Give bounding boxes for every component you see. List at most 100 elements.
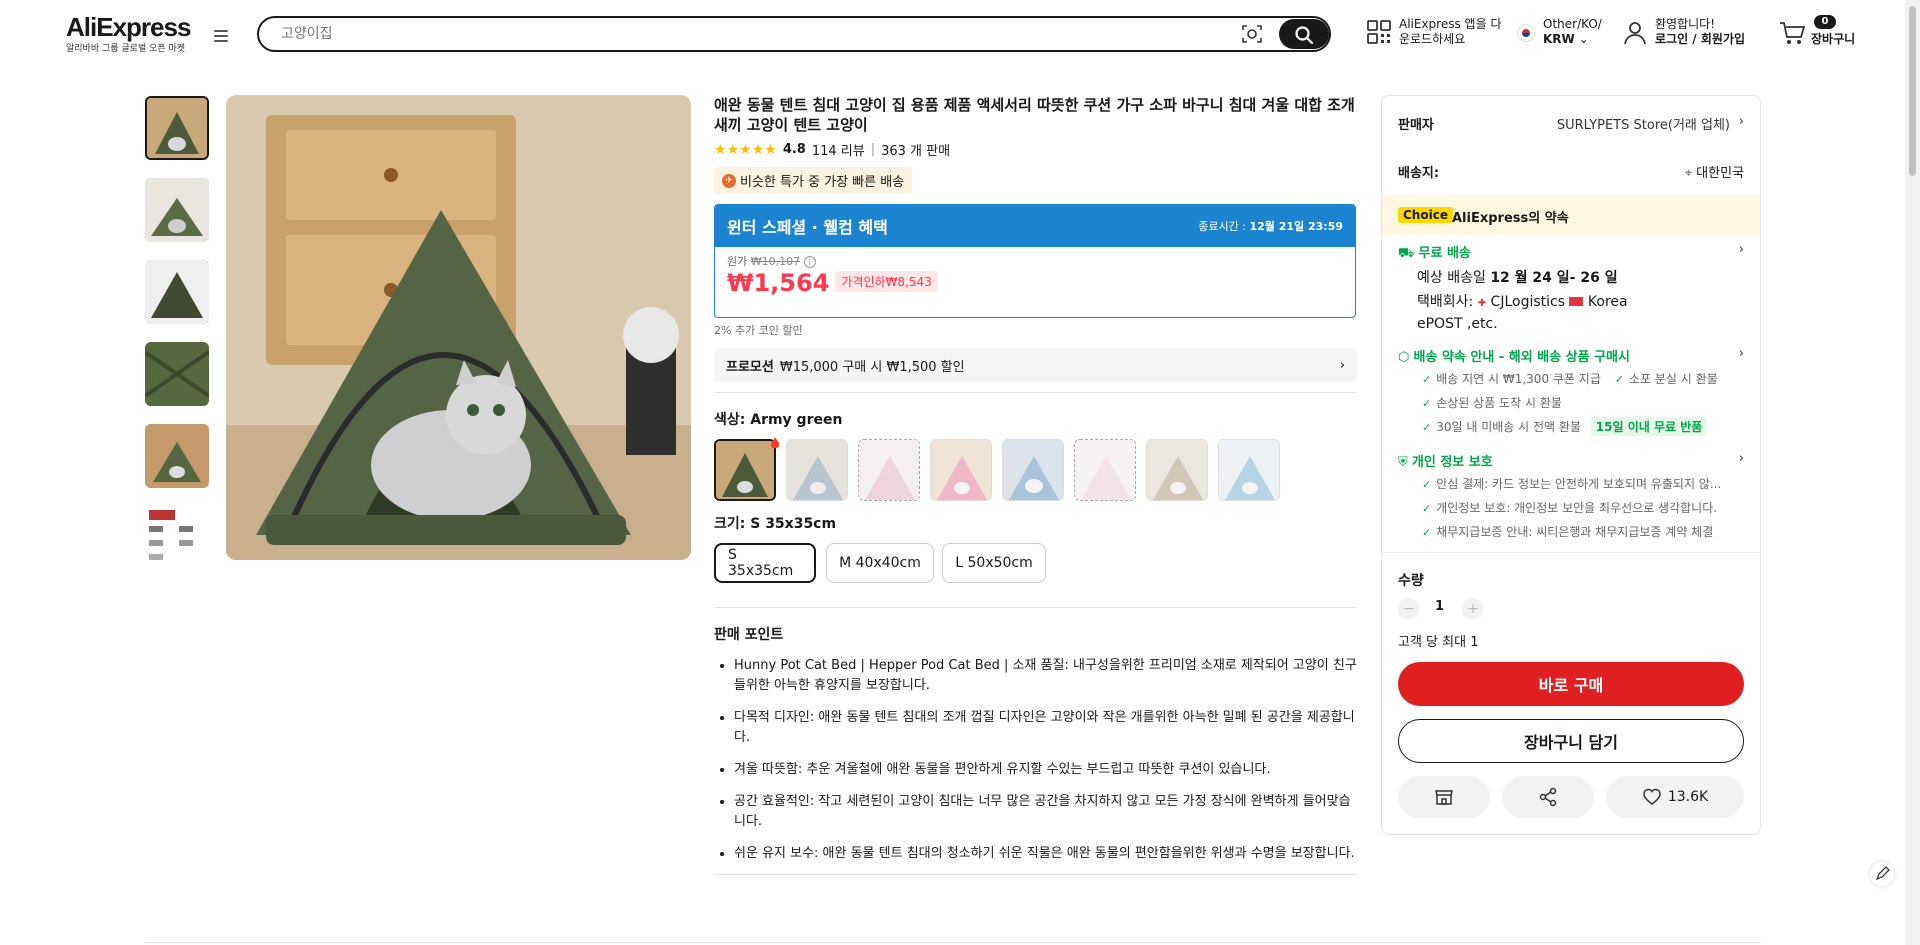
box-icon: ⬡: [1398, 350, 1410, 365]
swatch-beige[interactable]: [1146, 439, 1208, 501]
product-thumbnail-4[interactable]: [145, 342, 209, 406]
size-option-s[interactable]: S 35x35cm: [714, 543, 816, 583]
chevron-right-icon: ›: [1738, 114, 1744, 129]
privacy-line-2: ✓ 개인정보 보호: 개인정보 보안을 최우선으로 생각합니다.: [1422, 501, 1718, 515]
cart-label[interactable]: 장바구니: [1811, 32, 1855, 47]
choice-text: AliExpress의 약속: [1452, 211, 1569, 226]
ship-to-value[interactable]: ⌖ 대한민국: [1685, 162, 1744, 181]
quantity-increase-button[interactable]: +: [1462, 598, 1484, 620]
delivery-guarantee-row[interactable]: ⬡ 배송 약속 안내 - 해외 배송 상품 구매시 ›: [1398, 346, 1744, 365]
quantity-value[interactable]: 1: [1435, 599, 1455, 614]
discount-badge: 가격인하₩8,543: [835, 271, 938, 292]
size-options: S 35x35cm M 40x40cm L 50x50cm: [714, 543, 1357, 583]
seller-name[interactable]: SURLYPETS Store(거래 업체): [1557, 114, 1730, 133]
free-return-badge: 15일 이내 무료 반품: [1590, 417, 1708, 436]
chevron-down-icon: ⌄: [1578, 32, 1589, 46]
qr-code-icon[interactable]: [1366, 19, 1392, 45]
free-shipping-row[interactable]: ⛟ 무료 배송 ›: [1398, 242, 1744, 263]
free-shipping-title: 무료 배송: [1418, 246, 1471, 261]
swatch-light-blue[interactable]: [1002, 439, 1064, 501]
account-link[interactable]: 환영합니다! 로그인 / 회원가입: [1655, 17, 1745, 47]
swatch-pink-dashed[interactable]: [858, 439, 920, 501]
price-block: 원가 ₩10,107 i ₩1,564 가격인하₩8,543: [715, 247, 1355, 317]
store-icon: [1435, 790, 1453, 805]
welcome-text: 환영합니다!: [1655, 17, 1716, 31]
app-download-link[interactable]: AliExpress 앱을 다 운로드하세요: [1399, 17, 1501, 47]
color-label: 색상: Army green: [714, 412, 843, 428]
top-header: AliExpress 알리바바 그룹 글로벌 오픈 마켓 AliExpress …: [0, 0, 1905, 66]
selling-point: 다목적 디자인: 애완 동물 텐트 침대의 조개 껍질 디자인은 고양이와 작은…: [734, 708, 1357, 748]
app-download-line2: 운로드하세요: [1399, 32, 1466, 46]
guarantee-line-3: ✓ 30일 내 미배송 시 전액 환불 15일 이내 무료 반품: [1422, 417, 1744, 436]
size-option-l[interactable]: L 50x50cm: [942, 543, 1046, 583]
cj-logo-icon: ✚: [1477, 298, 1487, 309]
location-pin-icon: ⌖: [1684, 166, 1693, 181]
store-button[interactable]: [1398, 776, 1490, 818]
selling-points-title: 판매 포인트: [714, 627, 784, 643]
privacy-line-1: ✓ 안심 결제: 카드 정보는 안전하게 보호되며 유출되지 않...: [1422, 477, 1722, 491]
buy-now-button[interactable]: 바로 구매: [1398, 662, 1744, 706]
product-thumbnail-6[interactable]: [145, 506, 209, 570]
delivery-guarantee-title: 배송 약속 안내 - 해외 배송 상품 구매시: [1413, 350, 1630, 365]
menu-icon[interactable]: [210, 27, 232, 45]
add-to-cart-button[interactable]: 장바구니 담기: [1398, 719, 1744, 763]
swatch-grey[interactable]: [786, 439, 848, 501]
logo-text[interactable]: AliExpress: [66, 12, 191, 43]
privacy-row[interactable]: ⛨ 개인 정보 보호 ›: [1398, 451, 1744, 470]
vertical-scrollbar[interactable]: [1905, 0, 1920, 945]
page-divider: [145, 942, 1761, 943]
product-thumbnail-3[interactable]: [145, 260, 209, 324]
search-button[interactable]: [1279, 19, 1329, 49]
korea-post-icon: [1569, 297, 1584, 306]
review-count[interactable]: 114 리뷰: [812, 140, 865, 159]
size-label: 크기: S 35x35cm: [714, 516, 837, 532]
app-download-line1: AliExpress 앱을 다: [1399, 17, 1502, 31]
promo-header: 윈터 스페셜 · 웰컴 혜택 종료시간 : 12월 21일 23:59: [715, 205, 1355, 247]
carrier-row: 택배회사: ✚ CJLogistics Korea ePOST ,etc.: [1417, 294, 1628, 332]
size-option-m[interactable]: M 40x40cm: [826, 543, 934, 583]
heart-icon: [1643, 788, 1661, 805]
info-icon[interactable]: i: [803, 256, 816, 268]
quantity-decrease-button[interactable]: −: [1398, 598, 1420, 620]
color-swatches: [714, 437, 1357, 501]
shield-icon: ⛨: [1398, 455, 1408, 470]
divider: [1382, 552, 1760, 553]
selling-point: Hunny Pot Cat Bed | Hepper Pod Cat Bed |…: [734, 656, 1357, 696]
privacy-title: 개인 정보 보호: [1411, 455, 1493, 470]
coin-discount-note: 2% 추가 코인 할인: [714, 324, 803, 337]
product-thumbnail-5[interactable]: [145, 424, 209, 488]
separator: |: [870, 142, 876, 157]
promotion-row[interactable]: 프로모션 ₩15,000 구매 시 ₩1,500 할인 ›: [714, 348, 1357, 382]
search-icon: [1295, 26, 1314, 45]
selling-point: 겨울 따뜻함: 추운 겨울철에 애완 동물을 편안하게 유지할 수있는 부드럽고…: [734, 760, 1357, 780]
swatch-army-green[interactable]: [714, 439, 776, 501]
rating-row[interactable]: ★★★★★ 4.8 114 리뷰 | 363 개 판매: [714, 140, 1357, 160]
sold-count: 363 개 판매: [881, 144, 951, 159]
swatch-sky-blue[interactable]: [1218, 439, 1280, 501]
wishlist-button[interactable]: 13.6K: [1606, 776, 1744, 818]
product-thumbnail-1[interactable]: [145, 96, 209, 160]
share-button[interactable]: [1502, 776, 1594, 818]
rating-value: 4.8: [782, 142, 806, 157]
chevron-right-icon: ›: [1738, 346, 1744, 361]
divider: [714, 874, 1357, 875]
feedback-edit-icon[interactable]: [1870, 862, 1894, 886]
user-icon[interactable]: [1622, 20, 1648, 46]
seller-row[interactable]: 판매자 SURLYPETS Store(거래 업체) ›: [1398, 114, 1744, 133]
ship-to-row[interactable]: 배송지: ⌖ 대한민국: [1398, 162, 1744, 181]
locale-selector[interactable]: Other/KO/ KRW ⌄: [1543, 17, 1602, 47]
product-thumbnail-2[interactable]: [145, 178, 209, 242]
cart-icon[interactable]: [1778, 20, 1806, 46]
ship-to-label: 배송지:: [1398, 166, 1440, 181]
search-input[interactable]: [281, 24, 1181, 44]
chevron-right-icon: ›: [1738, 451, 1744, 466]
image-search-icon[interactable]: [1241, 23, 1263, 45]
main-product-image[interactable]: [226, 95, 691, 560]
sale-price: ₩1,564: [727, 269, 830, 297]
aliexpress-logo[interactable]: AliExpress 알리바바 그룹 글로벌 오픈 마켓: [66, 12, 191, 54]
eta-row: 예상 배송일 12 월 24 일- 26 일: [1417, 270, 1618, 286]
divider: [714, 607, 1357, 608]
scrollbar-thumb[interactable]: [1909, 6, 1916, 176]
swatch-pink[interactable]: [930, 439, 992, 501]
swatch-white-dashed[interactable]: [1074, 439, 1136, 501]
